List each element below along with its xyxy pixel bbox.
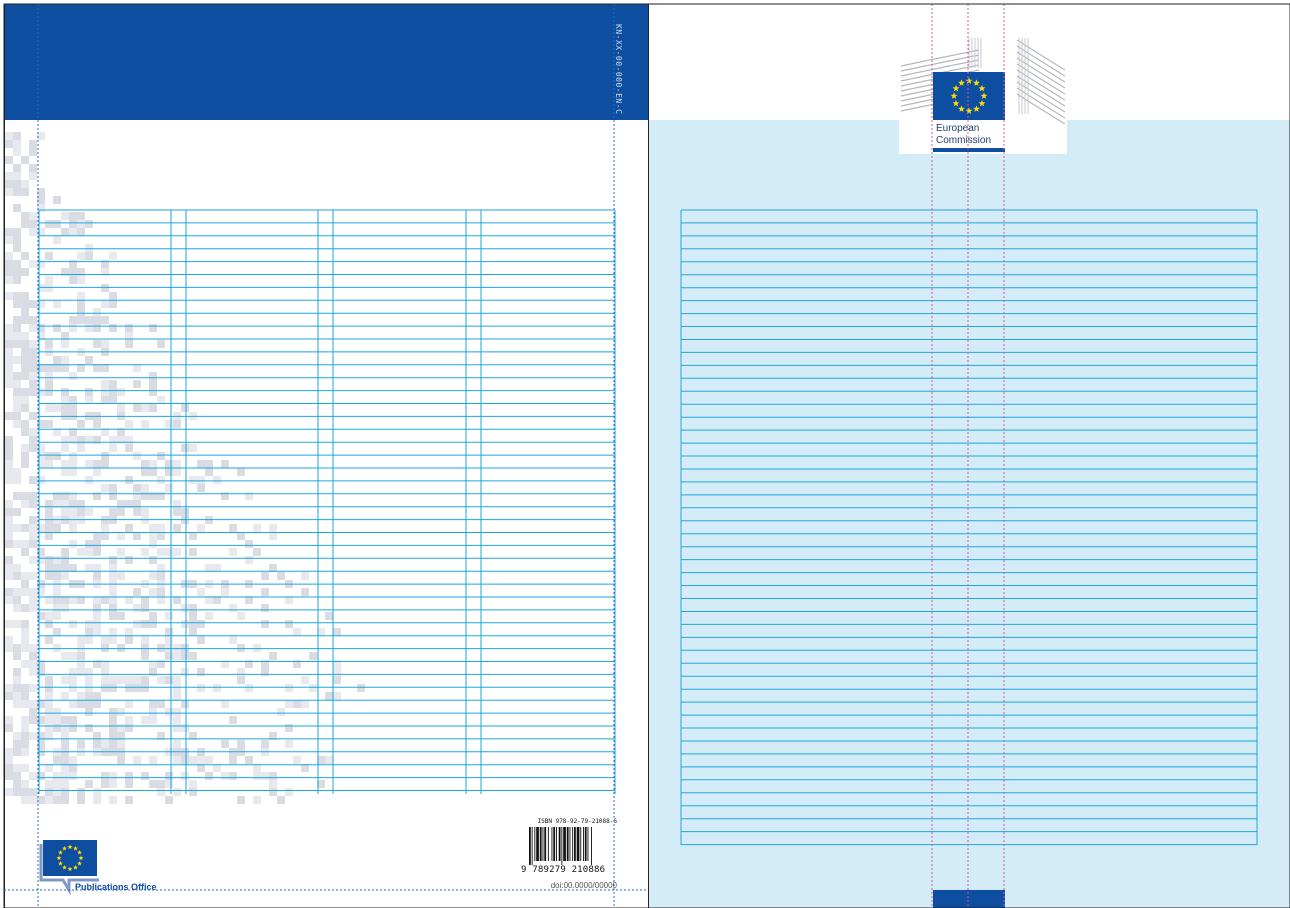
eu-flag-icon (933, 72, 1005, 120)
eu-star-icon (973, 105, 980, 112)
publisher-label: Publications Office (75, 882, 157, 892)
eu-star-icon (952, 84, 960, 92)
barcode-bars (529, 827, 592, 865)
eu-star-icon (973, 79, 980, 86)
organization-name: European Commission (936, 123, 991, 147)
ruled-lines (680, 209, 1258, 846)
barcode-icon (529, 827, 592, 865)
doi-text: doi:00.0000/00000 (550, 881, 617, 890)
back-cover: KN-XX-00-000-EN-C Publications Office IS… (4, 4, 648, 908)
isbn-barcode: ISBN 978-92-79-21088-6 9 789279 210886 d… (521, 818, 617, 896)
eu-star-icon (965, 107, 973, 114)
isbn-text: ISBN 978-92-79-21088-6 (537, 818, 617, 825)
eu-star-icon (965, 77, 973, 84)
eu-star-icon (980, 92, 988, 99)
eu-star-icon (950, 92, 958, 99)
front-cover: European Commission (648, 4, 1290, 908)
grid-lines (38, 209, 616, 794)
logo-underline-bar (933, 148, 1005, 152)
organization-name-line-1: European (936, 123, 980, 134)
eu-star-icon (958, 79, 965, 86)
barcode-digits: 9 789279 210886 (521, 865, 606, 875)
organization-name-line-2: Commission (936, 135, 992, 146)
eu-star-icon (978, 99, 986, 107)
back-layout-grid (38, 209, 616, 794)
front-bottom-bar (933, 890, 1005, 908)
european-commission-logo: European Commission (899, 34, 1067, 154)
eu-star-icon (958, 105, 965, 112)
eu-star-icon (978, 84, 986, 92)
publications-office-logo: Publications Office (39, 840, 159, 896)
eu-star-icon (952, 99, 960, 107)
